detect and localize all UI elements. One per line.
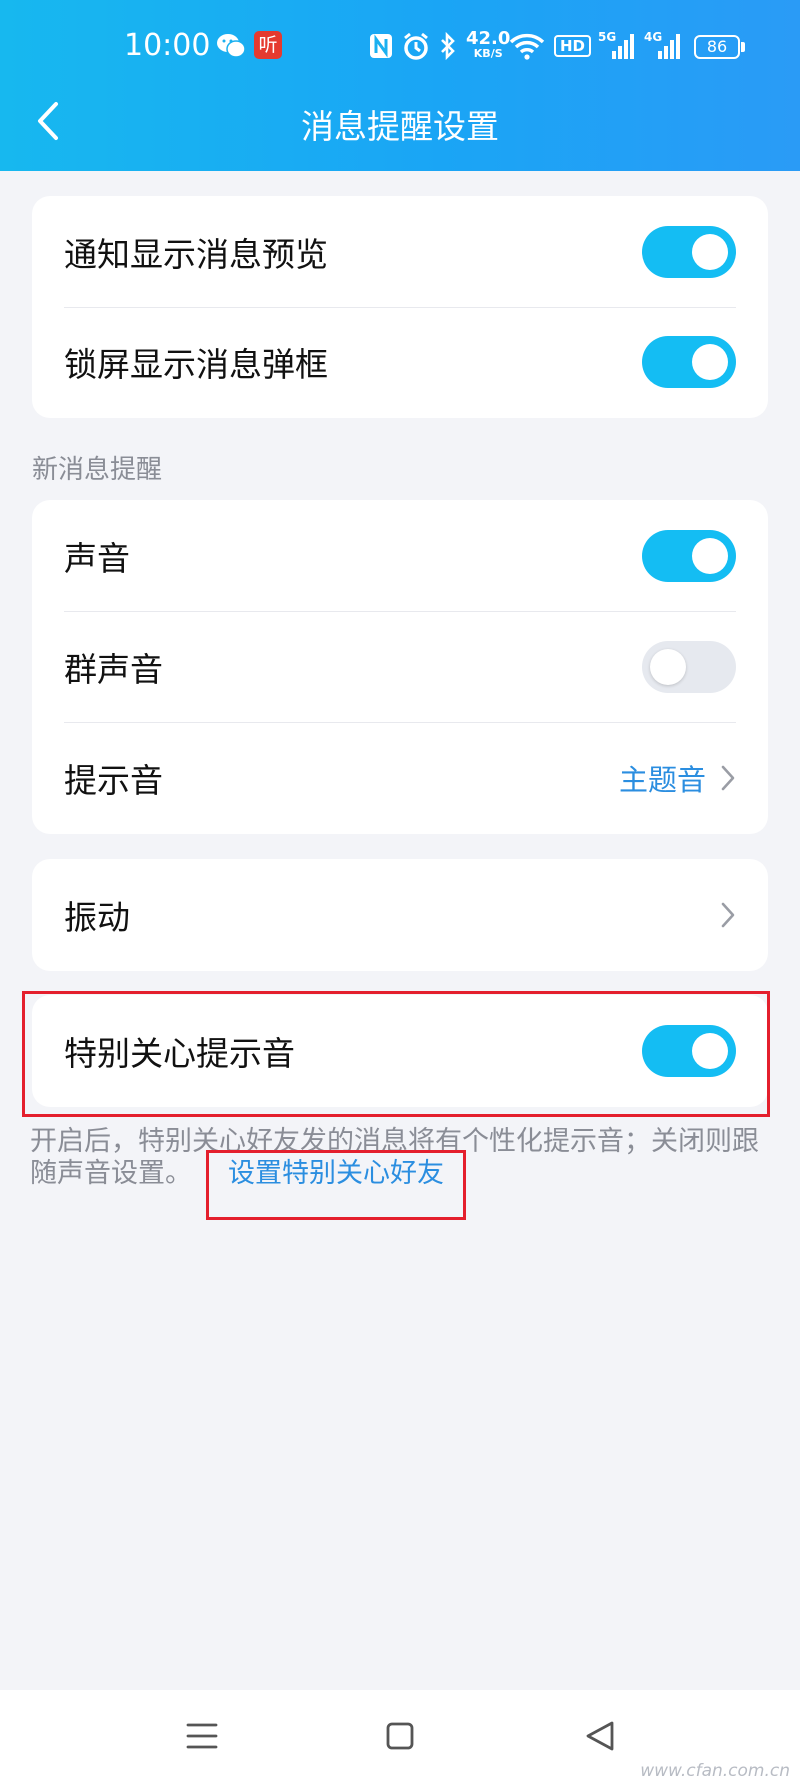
- wifi-icon: [509, 33, 545, 60]
- lockscreen-popup-toggle[interactable]: [642, 336, 736, 388]
- notification-tone-value: 主题音: [618, 763, 706, 797]
- lockscreen-popup-label: 锁屏显示消息弹框: [64, 345, 328, 384]
- toggle-knob: [692, 538, 728, 574]
- notification-tone-label: 提示音: [64, 761, 163, 800]
- battery-tip: [741, 42, 745, 52]
- new-message-section-title: 新消息提醒: [32, 455, 163, 485]
- home-icon[interactable]: [374, 1710, 426, 1762]
- highlight-box-link: [206, 1150, 466, 1220]
- wechat-icon: [217, 34, 246, 58]
- new-message-card: 声音 群声音 提示音 主题音: [32, 500, 768, 834]
- hd-voice-badge: HD: [554, 35, 592, 57]
- alarm-icon: [404, 32, 428, 60]
- group-sound-label: 群声音: [64, 650, 163, 689]
- lockscreen-popup-row[interactable]: 锁屏显示消息弹框: [32, 306, 768, 418]
- chevron-right-icon: [721, 765, 735, 791]
- preview-settings-card: 通知显示消息预览 锁屏显示消息弹框: [32, 196, 768, 418]
- sound-label: 声音: [64, 539, 130, 578]
- notification-preview-row[interactable]: 通知显示消息预览: [32, 196, 768, 308]
- sound-toggle[interactable]: [642, 530, 736, 582]
- network-speed-unit: KB/S: [473, 47, 503, 60]
- battery-indicator: 86: [694, 35, 740, 59]
- notification-tone-row[interactable]: 提示音 主题音: [32, 722, 768, 834]
- network-speed-value: 42.0: [466, 28, 511, 49]
- watermark: www.cfan.com.cn: [640, 1761, 790, 1781]
- network-speed: 42.0 KB/S: [466, 28, 511, 60]
- vibration-row[interactable]: 振动: [32, 859, 768, 971]
- vibration-label: 振动: [64, 898, 130, 937]
- system-navigation-bar: www.cfan.com.cn: [0, 1690, 800, 1787]
- bluetooth-icon: [441, 31, 455, 61]
- notification-preview-label: 通知显示消息预览: [64, 235, 328, 274]
- notification-preview-toggle[interactable]: [642, 226, 736, 278]
- chevron-right-icon: [721, 902, 735, 928]
- toggle-knob: [692, 344, 728, 380]
- group-sound-toggle[interactable]: [642, 641, 736, 693]
- sound-row[interactable]: 声音: [32, 500, 768, 612]
- toggle-knob: [650, 649, 686, 685]
- vibration-card: 振动: [32, 859, 768, 971]
- signal1-icon: [612, 34, 634, 59]
- back-triangle-icon[interactable]: [574, 1710, 626, 1762]
- status-time: 10:00: [124, 28, 211, 63]
- app-notification-badge: 听: [254, 31, 282, 59]
- highlight-box-special-care: [22, 991, 770, 1117]
- nfc-icon: [370, 34, 392, 58]
- group-sound-row[interactable]: 群声音: [32, 611, 768, 723]
- toggle-knob: [692, 234, 728, 270]
- status-bar: 10:00 听 42.0 KB/S HD 5G 4G 86: [0, 0, 800, 95]
- menu-icon[interactable]: [176, 1710, 228, 1762]
- signal2-icon: [658, 34, 680, 59]
- page-title: 消息提醒设置: [301, 107, 499, 146]
